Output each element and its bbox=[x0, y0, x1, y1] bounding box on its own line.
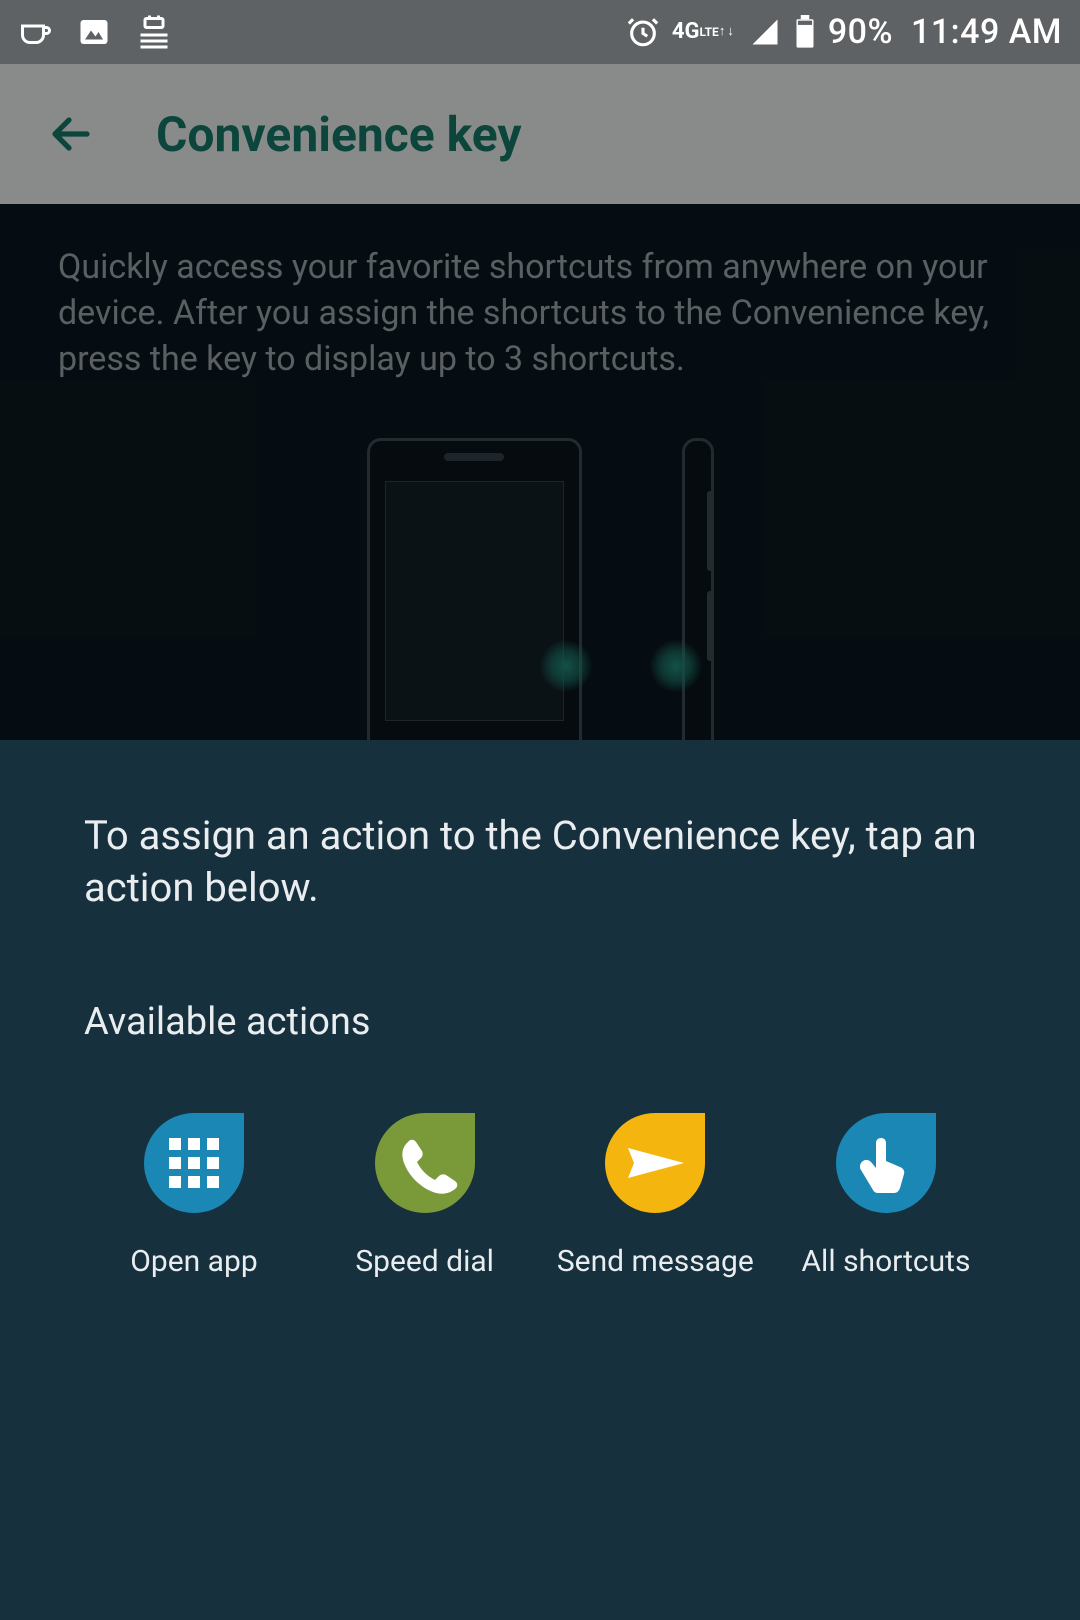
apps-grid-icon bbox=[139, 1108, 249, 1218]
sheet-title: To assign an action to the Convenience k… bbox=[84, 810, 996, 914]
send-icon bbox=[600, 1108, 710, 1218]
clock-time: 11:49 AM bbox=[911, 12, 1062, 52]
battery-icon bbox=[794, 15, 816, 49]
action-sheet: To assign an action to the Convenience k… bbox=[0, 740, 1080, 1620]
action-label: Open app bbox=[130, 1244, 257, 1279]
action-speed-dial[interactable]: Speed dial bbox=[325, 1108, 525, 1279]
usb-debug-icon bbox=[134, 14, 174, 50]
action-label: Speed dial bbox=[355, 1244, 494, 1279]
alarm-icon bbox=[626, 15, 660, 49]
page-title: Convenience key bbox=[156, 106, 522, 163]
action-label: Send message bbox=[557, 1244, 754, 1279]
image-icon bbox=[76, 14, 112, 50]
coffee-icon bbox=[18, 14, 54, 50]
back-button[interactable] bbox=[36, 110, 106, 158]
app-bar: Convenience key bbox=[0, 64, 1080, 204]
sheet-subtitle: Available actions bbox=[84, 1000, 996, 1044]
network-type-label: 4G bbox=[672, 25, 700, 39]
action-all-shortcuts[interactable]: All shortcuts bbox=[786, 1108, 986, 1279]
action-open-app[interactable]: Open app bbox=[94, 1108, 294, 1279]
key-glow-icon bbox=[650, 640, 702, 692]
status-bar: 4GLTE↑↓ 90% 11:49 AM bbox=[0, 0, 1080, 64]
phone-icon bbox=[370, 1108, 480, 1218]
battery-percent: 90% bbox=[828, 12, 893, 52]
action-send-message[interactable]: Send message bbox=[555, 1108, 755, 1279]
network-type: 4GLTE↑↓ bbox=[672, 25, 736, 39]
page-description: Quickly access your favorite shortcuts f… bbox=[58, 244, 1022, 382]
key-glow-icon bbox=[540, 640, 592, 692]
action-label: All shortcuts bbox=[801, 1244, 970, 1279]
tap-hand-icon bbox=[831, 1108, 941, 1218]
signal-icon bbox=[748, 17, 782, 47]
